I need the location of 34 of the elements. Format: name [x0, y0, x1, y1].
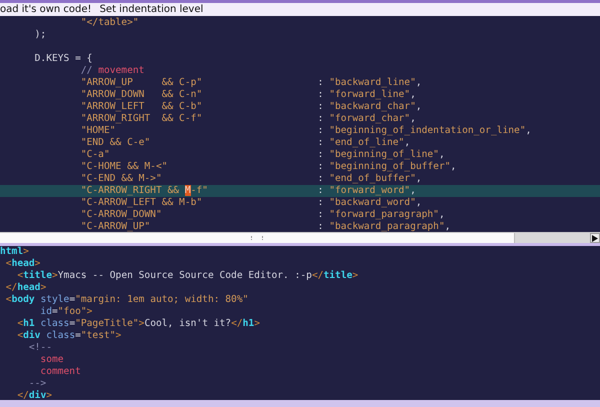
code-line: </head>: [4, 282, 48, 294]
code-line: id="foo">: [39, 306, 94, 318]
code-line: "C-END && M->" : "end_of_buffer",: [80, 173, 423, 185]
code-line: <!--: [28, 342, 53, 354]
code-line: html>: [0, 246, 30, 258]
code-line: "C-ARROW_DOWN" : "forward_paragraph",: [80, 209, 446, 221]
code-line: some: [39, 354, 65, 366]
code-line: "</table>": [80, 17, 140, 29]
code-line: "C-ARROW_LEFT && M-b" : "backward_word",: [80, 197, 423, 209]
code-line: <h1 class="PageTitle">Cool, isn't it?</h1>: [16, 318, 261, 330]
code-line: -->: [28, 378, 48, 390]
code-line: );: [34, 29, 48, 41]
code-line: D.KEYS = {: [34, 53, 94, 65]
code-line: "HOME" : "beginning_of_indentation_or_line",: [80, 125, 532, 137]
menu-item[interactable]: oad it's own code!: [0, 4, 92, 16]
code-line: <div class="test">: [16, 330, 122, 342]
horizontal-scrollbar[interactable]: [0, 232, 600, 243]
code-line: "C-HOME && M-<" : "beginning_of_buffer",: [80, 161, 458, 173]
menu-item[interactable]: Set indentation level: [100, 4, 204, 16]
scroll-right-button[interactable]: [590, 233, 600, 243]
code-line: // movement: [80, 65, 146, 77]
code-line: "ARROW_DOWN && C-n" : "forward_line",: [80, 89, 417, 101]
code-line: "C-ARROW_UP" : "backward_paragraph",: [80, 221, 452, 232]
code-line: </div>: [16, 390, 53, 400]
code-line: <title>Ymacs -- Open Source Source Code Editor. :-p</title>: [16, 270, 360, 282]
code-line: "END && C-e" : "end_of_line",: [80, 137, 412, 149]
code-line: comment: [39, 366, 82, 378]
scrollbar-thumb[interactable]: [0, 233, 515, 243]
code-line: "ARROW_LEFT && C-b" : "backward_char",: [80, 101, 423, 113]
code-line: "ARROW_UP && C-p" : "backward_line",: [80, 77, 423, 89]
code-line: "C-a" : "beginning_of_line",: [80, 149, 446, 161]
code-line: "ARROW_RIGHT && C-f" : "forward_char",: [80, 113, 417, 125]
code-line: <body style="margin: 1em auto; width: 80%": [4, 294, 250, 306]
code-line: <head>: [4, 258, 42, 270]
